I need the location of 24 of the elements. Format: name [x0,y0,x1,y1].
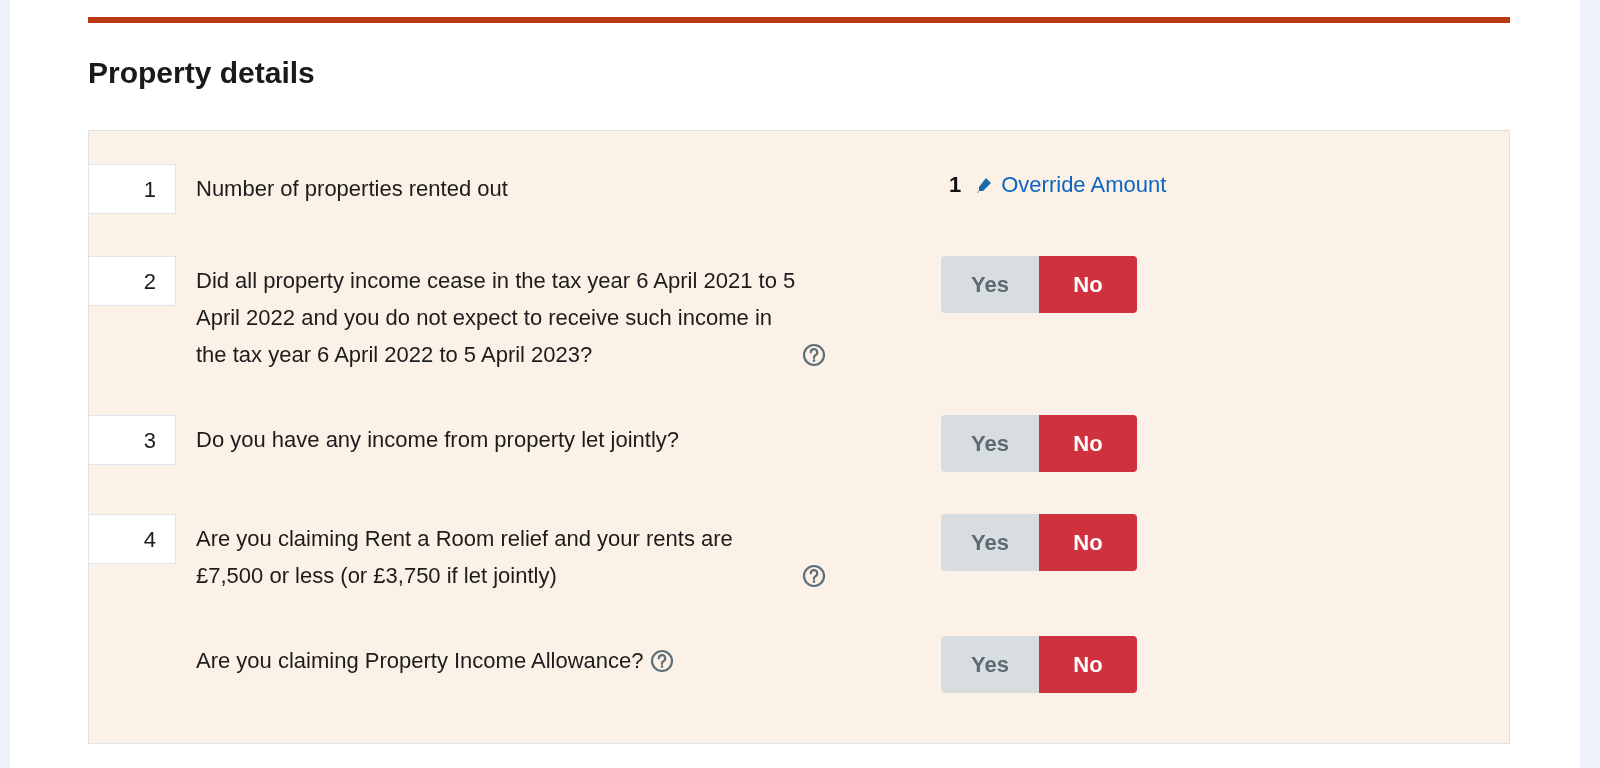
toggle-option[interactable]: No [1039,514,1137,571]
question-number: 3 [89,415,176,465]
question-number: 1 [89,164,176,214]
toggle-option[interactable]: No [1039,256,1137,313]
section-title: Property details [88,56,315,90]
pencil-icon [975,176,994,194]
help-icon[interactable] [802,564,826,588]
question-text: Number of properties rented out [196,175,508,203]
toggle-option[interactable]: Yes [941,636,1039,693]
question-text: Did all property income cease in the tax year 6 April 2021 to 5 April 2022 and you do not expect to receive such income in the tax year 6 April 2022 to 5 April 2023? [196,267,796,369]
question-text: Are you claiming Rent a Room relief and your rents are £7,500 or less (or £3,750 if let jointly) [196,525,734,590]
toggle-option[interactable]: Yes [941,514,1039,571]
override-link[interactable]: Override Amount [975,172,1167,198]
question-text: Are you claiming Property Income Allowance? [196,647,644,675]
toggle-option[interactable]: Yes [941,415,1039,472]
amount-value: 1 [949,172,962,198]
help-icon[interactable] [649,649,674,673]
help-icon[interactable] [802,343,826,367]
toggle-option[interactable]: Yes [941,256,1039,313]
question-number: 4 [89,514,176,564]
toggle-option[interactable]: No [1039,636,1137,693]
question-text: Do you have any income from property let jointly? [196,426,679,454]
toggle-option[interactable]: No [1039,415,1137,472]
question-number: 2 [89,256,176,306]
